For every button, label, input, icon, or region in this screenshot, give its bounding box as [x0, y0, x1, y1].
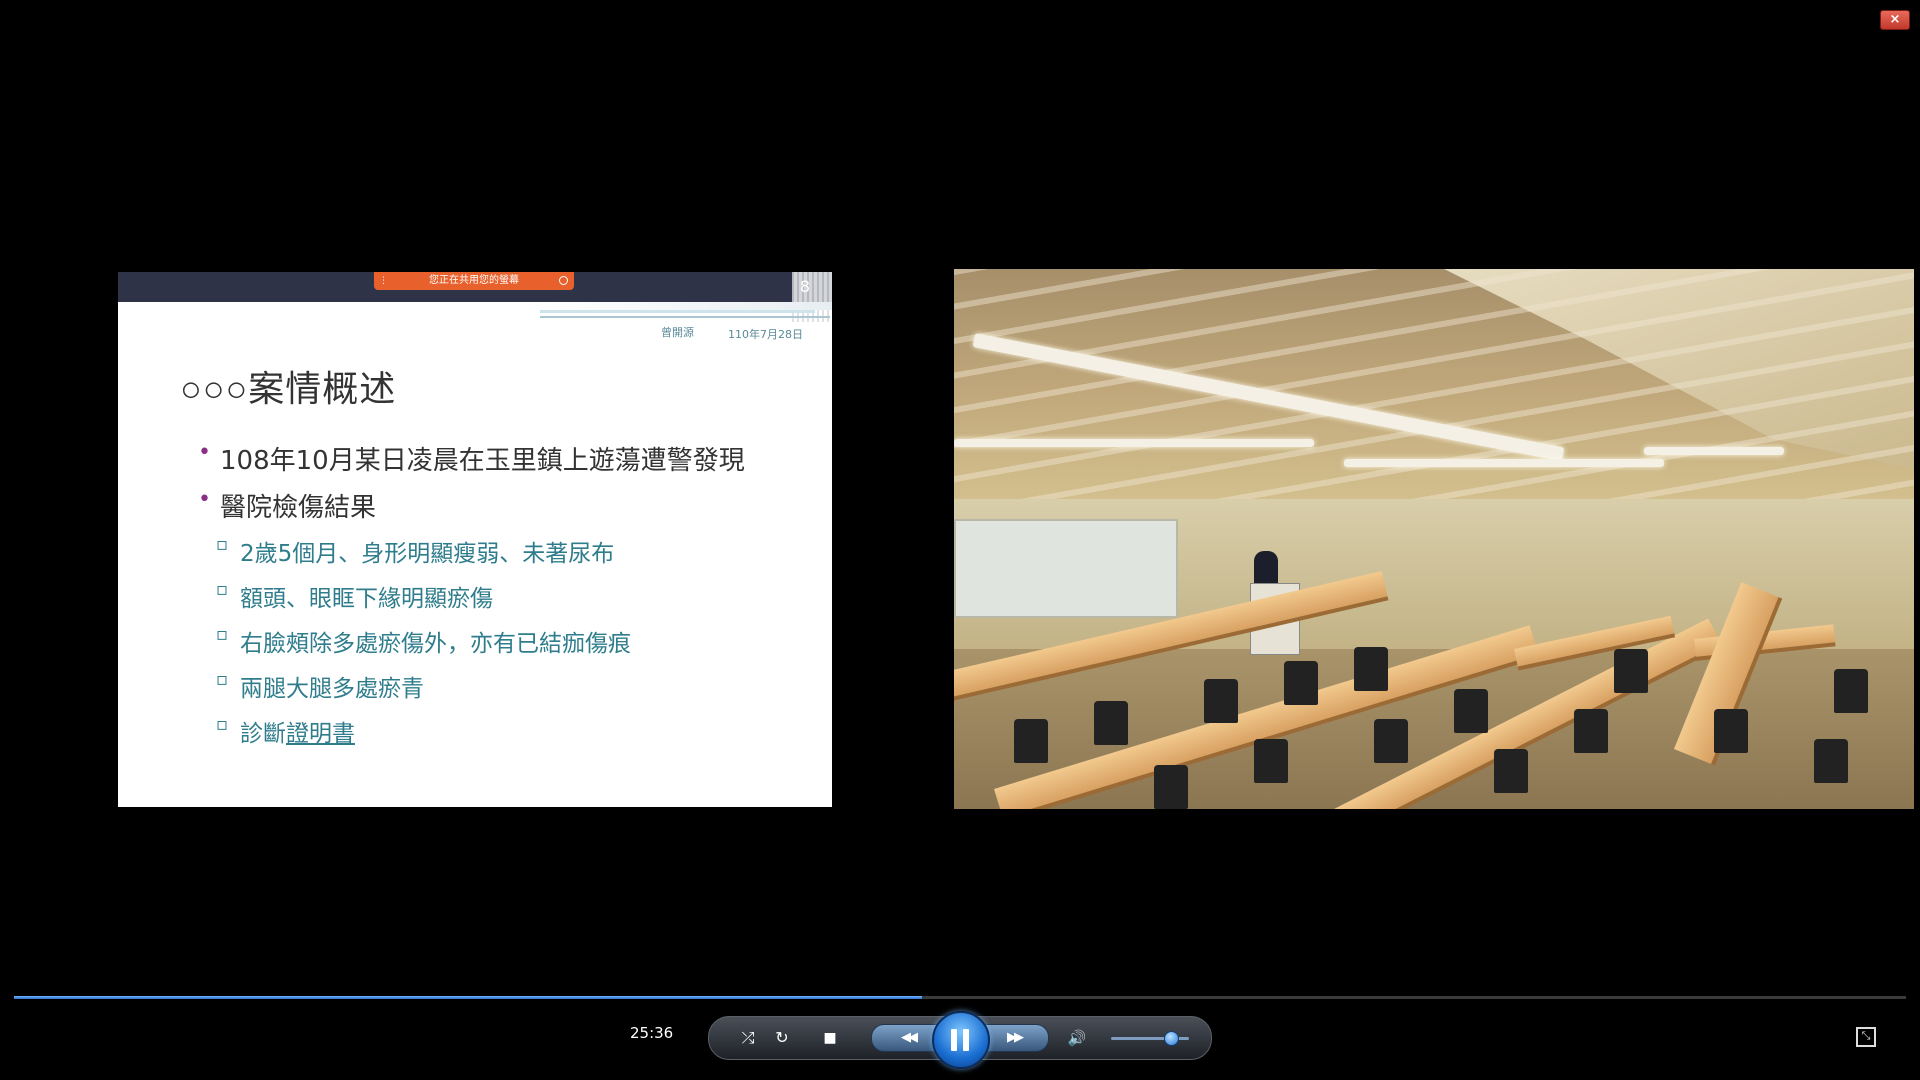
ceiling-light — [1344, 459, 1664, 467]
stop-icon[interactable]: ■ — [819, 1028, 841, 1048]
chair — [1204, 679, 1238, 723]
player-control-bar: ⤮ ↻ ■ ◀◀ ▶▶ 🔊 — [708, 1011, 1212, 1069]
chair — [1614, 649, 1648, 693]
ceiling-light — [954, 439, 1314, 447]
chair — [1494, 749, 1528, 793]
slide-decoration — [792, 272, 832, 322]
chair — [1714, 709, 1748, 753]
sub-bullet-item: 兩腿大腿多處瘀青 — [198, 669, 818, 703]
chair — [1834, 669, 1868, 713]
sub-bullet-item: 額頭、眼眶下緣明顯瘀傷 — [198, 579, 818, 613]
pause-icon — [951, 1029, 957, 1051]
certificate-link[interactable]: 證明書 — [286, 721, 355, 747]
drag-handle-icon[interactable]: ⋮ — [379, 276, 388, 286]
slide-bullet-list: 108年10月某日凌晨在玉里鎮上遊蕩遭警發現 醫院檢傷結果 2歲5個月、身形明顯… — [198, 440, 818, 759]
stop-share-icon[interactable] — [559, 276, 568, 285]
sub-bullet-item: 診斷證明書 — [198, 714, 818, 748]
sub-bullet-item: 2歲5個月、身形明顯瘦弱、未著尿布 — [198, 534, 818, 568]
close-button[interactable]: × — [1880, 10, 1910, 30]
chair — [1254, 739, 1288, 783]
shuffle-icon[interactable]: ⤮ — [737, 1028, 759, 1048]
chair — [1354, 647, 1388, 691]
current-time: 25:36 — [630, 1024, 674, 1042]
chair — [1154, 765, 1188, 809]
close-icon: × — [1889, 12, 1901, 27]
rewind-icon[interactable]: ◀◀ — [890, 1028, 926, 1048]
seek-bar[interactable] — [14, 996, 1906, 999]
chair — [1574, 709, 1608, 753]
whiteboard — [954, 519, 1178, 618]
bullet-item: 醫院檢傷結果 — [198, 487, 818, 524]
slide-number: 8 — [799, 277, 810, 296]
seek-bar-fill — [14, 996, 923, 999]
slide-author: 曾開源 — [661, 326, 694, 339]
bullet-item: 108年10月某日凌晨在玉里鎮上遊蕩遭警發現 — [198, 440, 818, 477]
slide-date: 110年7月28日 — [728, 328, 803, 341]
fullscreen-button[interactable]: ⤡ — [1856, 1027, 1876, 1047]
pause-icon — [963, 1029, 969, 1051]
bullet-text: 診斷 — [240, 721, 286, 747]
chair — [1454, 689, 1488, 733]
fullscreen-icon: ⤡ — [1861, 1029, 1871, 1042]
chair — [1374, 719, 1408, 763]
slide-divider — [118, 302, 832, 310]
slide-title: ○○○案情概述 — [180, 369, 397, 410]
shared-slide: ⋮ 您正在共用您的螢幕 8 曾開源 110年7月28日 ○○○案情概述 108年… — [118, 272, 832, 807]
presenter — [1254, 551, 1278, 585]
slide-divider — [540, 316, 830, 318]
screen-share-label: 您正在共用您的螢幕 — [429, 275, 519, 286]
sub-bullet-item: 右臉頰除多處瘀傷外，亦有已結痂傷痕 — [198, 624, 818, 658]
camera-video-feed — [954, 269, 1914, 809]
chair — [1094, 701, 1128, 745]
chair — [1284, 661, 1318, 705]
ceiling-light — [1644, 447, 1784, 455]
chair — [1014, 719, 1048, 763]
screen-share-banner[interactable]: ⋮ 您正在共用您的螢幕 — [374, 272, 574, 290]
slide-divider — [540, 310, 815, 313]
volume-icon[interactable]: 🔊 — [1065, 1028, 1089, 1048]
volume-slider-handle[interactable] — [1163, 1031, 1179, 1046]
repeat-icon[interactable]: ↻ — [771, 1028, 793, 1048]
pause-button[interactable] — [932, 1011, 990, 1069]
fast-forward-icon[interactable]: ▶▶ — [996, 1028, 1032, 1048]
chair — [1814, 739, 1848, 783]
